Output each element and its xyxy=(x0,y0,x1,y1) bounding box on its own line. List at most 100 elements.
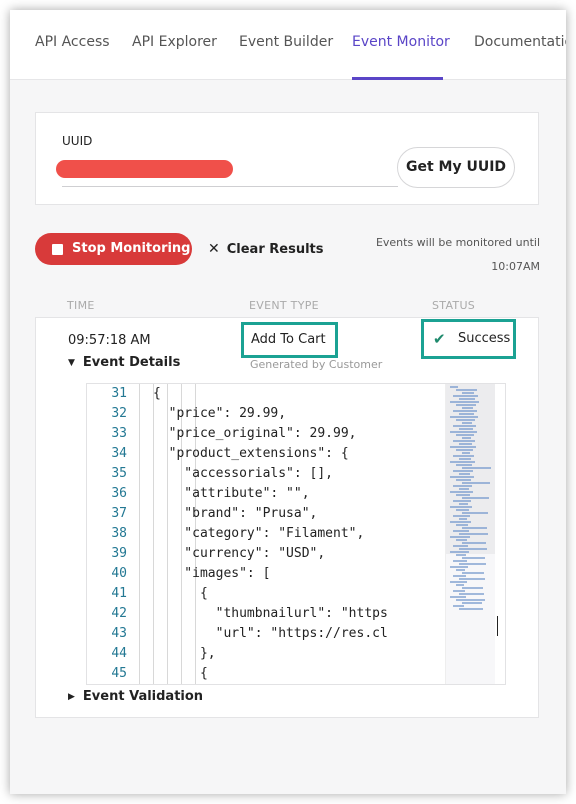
event-validation-toggle[interactable]: ▶ Event Validation xyxy=(68,689,203,704)
minimap-line xyxy=(459,443,472,445)
code-minimap[interactable] xyxy=(445,384,496,684)
code-text: "url": "https://res.cl xyxy=(153,626,388,641)
minimap-line xyxy=(456,539,467,541)
minimap-line xyxy=(450,446,476,448)
uuid-card: UUID Get My UUID xyxy=(35,112,539,205)
event-details-toggle[interactable]: ▼ Event Details xyxy=(68,355,180,370)
minimap-line xyxy=(462,467,491,469)
tab-documentation[interactable]: Documentation xyxy=(474,34,566,50)
line-number: 39 xyxy=(111,546,127,561)
minimap-line xyxy=(462,557,485,559)
minimap-line xyxy=(450,416,478,418)
line-number: 38 xyxy=(111,526,127,541)
minimap-line xyxy=(459,563,486,565)
minimap-line xyxy=(456,524,468,526)
tab-event-monitor[interactable]: Event Monitor xyxy=(352,34,450,50)
code-editor[interactable]: 31 {32 "price": 29.99, 33 "price_original"… xyxy=(86,383,506,685)
code-text: { xyxy=(153,666,208,681)
monitor-note: Events will be monitored until 10:07AM xyxy=(360,231,540,279)
uuid-redacted-value xyxy=(56,160,233,178)
minimap-line xyxy=(453,395,478,397)
clear-results-button[interactable]: ✕ Clear Results xyxy=(208,241,324,257)
minimap-line xyxy=(462,392,474,394)
code-text: "attribute": "", xyxy=(153,486,310,501)
minimap-line xyxy=(459,428,473,430)
line-number: 45 xyxy=(111,666,127,681)
minimap-line xyxy=(459,398,475,400)
minimap-line xyxy=(453,575,466,577)
minimap-line xyxy=(453,425,476,427)
line-number: 34 xyxy=(111,446,127,461)
caret-right-icon: ▶ xyxy=(68,692,75,702)
minimap-line xyxy=(459,473,470,475)
line-number: 31 xyxy=(111,386,127,401)
minimap-line xyxy=(456,569,465,571)
minimap-line xyxy=(456,494,470,496)
event-source: Generated by Customer xyxy=(250,358,383,371)
minimap-line xyxy=(453,530,469,532)
line-number: 40 xyxy=(111,566,127,581)
minimap-line xyxy=(459,548,487,550)
stop-monitoring-label: Stop Monitoring xyxy=(72,241,191,256)
code-text: { xyxy=(153,386,161,401)
line-number: 32 xyxy=(111,406,127,421)
status-badge: ✔ Success xyxy=(421,319,516,359)
column-header-event-type: EVENT TYPE xyxy=(249,299,319,312)
minimap-line xyxy=(450,461,475,463)
minimap-line xyxy=(453,440,475,442)
minimap-line xyxy=(453,590,465,592)
minimap-line xyxy=(456,584,464,586)
column-header-status: STATUS xyxy=(432,299,476,312)
code-text: "price_original": 29.99, xyxy=(153,426,357,441)
minimap-line xyxy=(459,533,488,535)
minimap-line xyxy=(462,542,486,544)
line-number: 36 xyxy=(111,486,127,501)
minimap-line xyxy=(450,596,466,598)
minimap-line xyxy=(459,593,484,595)
minimap-line xyxy=(462,407,473,409)
minimap-line xyxy=(456,434,474,436)
minimap-line xyxy=(456,389,477,391)
minimap-line xyxy=(462,452,470,454)
tab-event-builder[interactable]: Event Builder xyxy=(239,34,333,50)
stop-monitoring-button[interactable]: Stop Monitoring xyxy=(35,233,192,265)
minimap-line xyxy=(462,482,490,484)
code-text: "currency": "USD", xyxy=(153,546,326,561)
line-number: 35 xyxy=(111,466,127,481)
minimap-line xyxy=(459,608,483,610)
minimap-line xyxy=(462,512,488,514)
code-scrollbar[interactable] xyxy=(495,384,505,684)
minimap-line xyxy=(450,401,479,403)
tab-api-explorer[interactable]: API Explorer xyxy=(132,34,217,50)
tab-api-access[interactable]: API Access xyxy=(35,34,110,50)
minimap-line xyxy=(450,431,477,433)
minimap-line xyxy=(456,404,476,406)
code-text: "thumbnailurl": "https xyxy=(153,606,388,621)
minimap-line xyxy=(459,488,469,490)
stop-square-icon xyxy=(52,244,63,255)
code-text: { xyxy=(153,586,208,601)
minimap-line xyxy=(450,536,470,538)
minimap-line xyxy=(456,599,485,601)
minimap-line xyxy=(456,419,475,421)
uuid-field-underline xyxy=(62,186,398,187)
minimap-line xyxy=(450,506,472,508)
active-tab-indicator xyxy=(352,77,443,80)
minimap-line xyxy=(462,602,482,604)
get-my-uuid-button[interactable]: Get My UUID xyxy=(397,147,515,188)
code-text: "category": "Filament", xyxy=(153,526,365,541)
event-validation-label: Event Validation xyxy=(82,689,204,704)
line-number: 33 xyxy=(111,426,127,441)
minimap-line xyxy=(453,470,473,472)
minimap-line xyxy=(459,518,467,520)
minimap-line xyxy=(450,581,467,583)
code-text: "product_extensions": { xyxy=(153,446,349,461)
code-text: "price": 29.99, xyxy=(153,406,287,421)
minimap-line xyxy=(462,497,489,499)
minimap-line xyxy=(462,422,472,424)
indent-guide xyxy=(139,384,140,684)
column-header-time: TIME xyxy=(67,299,95,312)
minimap-line xyxy=(450,476,474,478)
minimap-line xyxy=(462,587,483,589)
event-details-label: Event Details xyxy=(82,355,181,370)
